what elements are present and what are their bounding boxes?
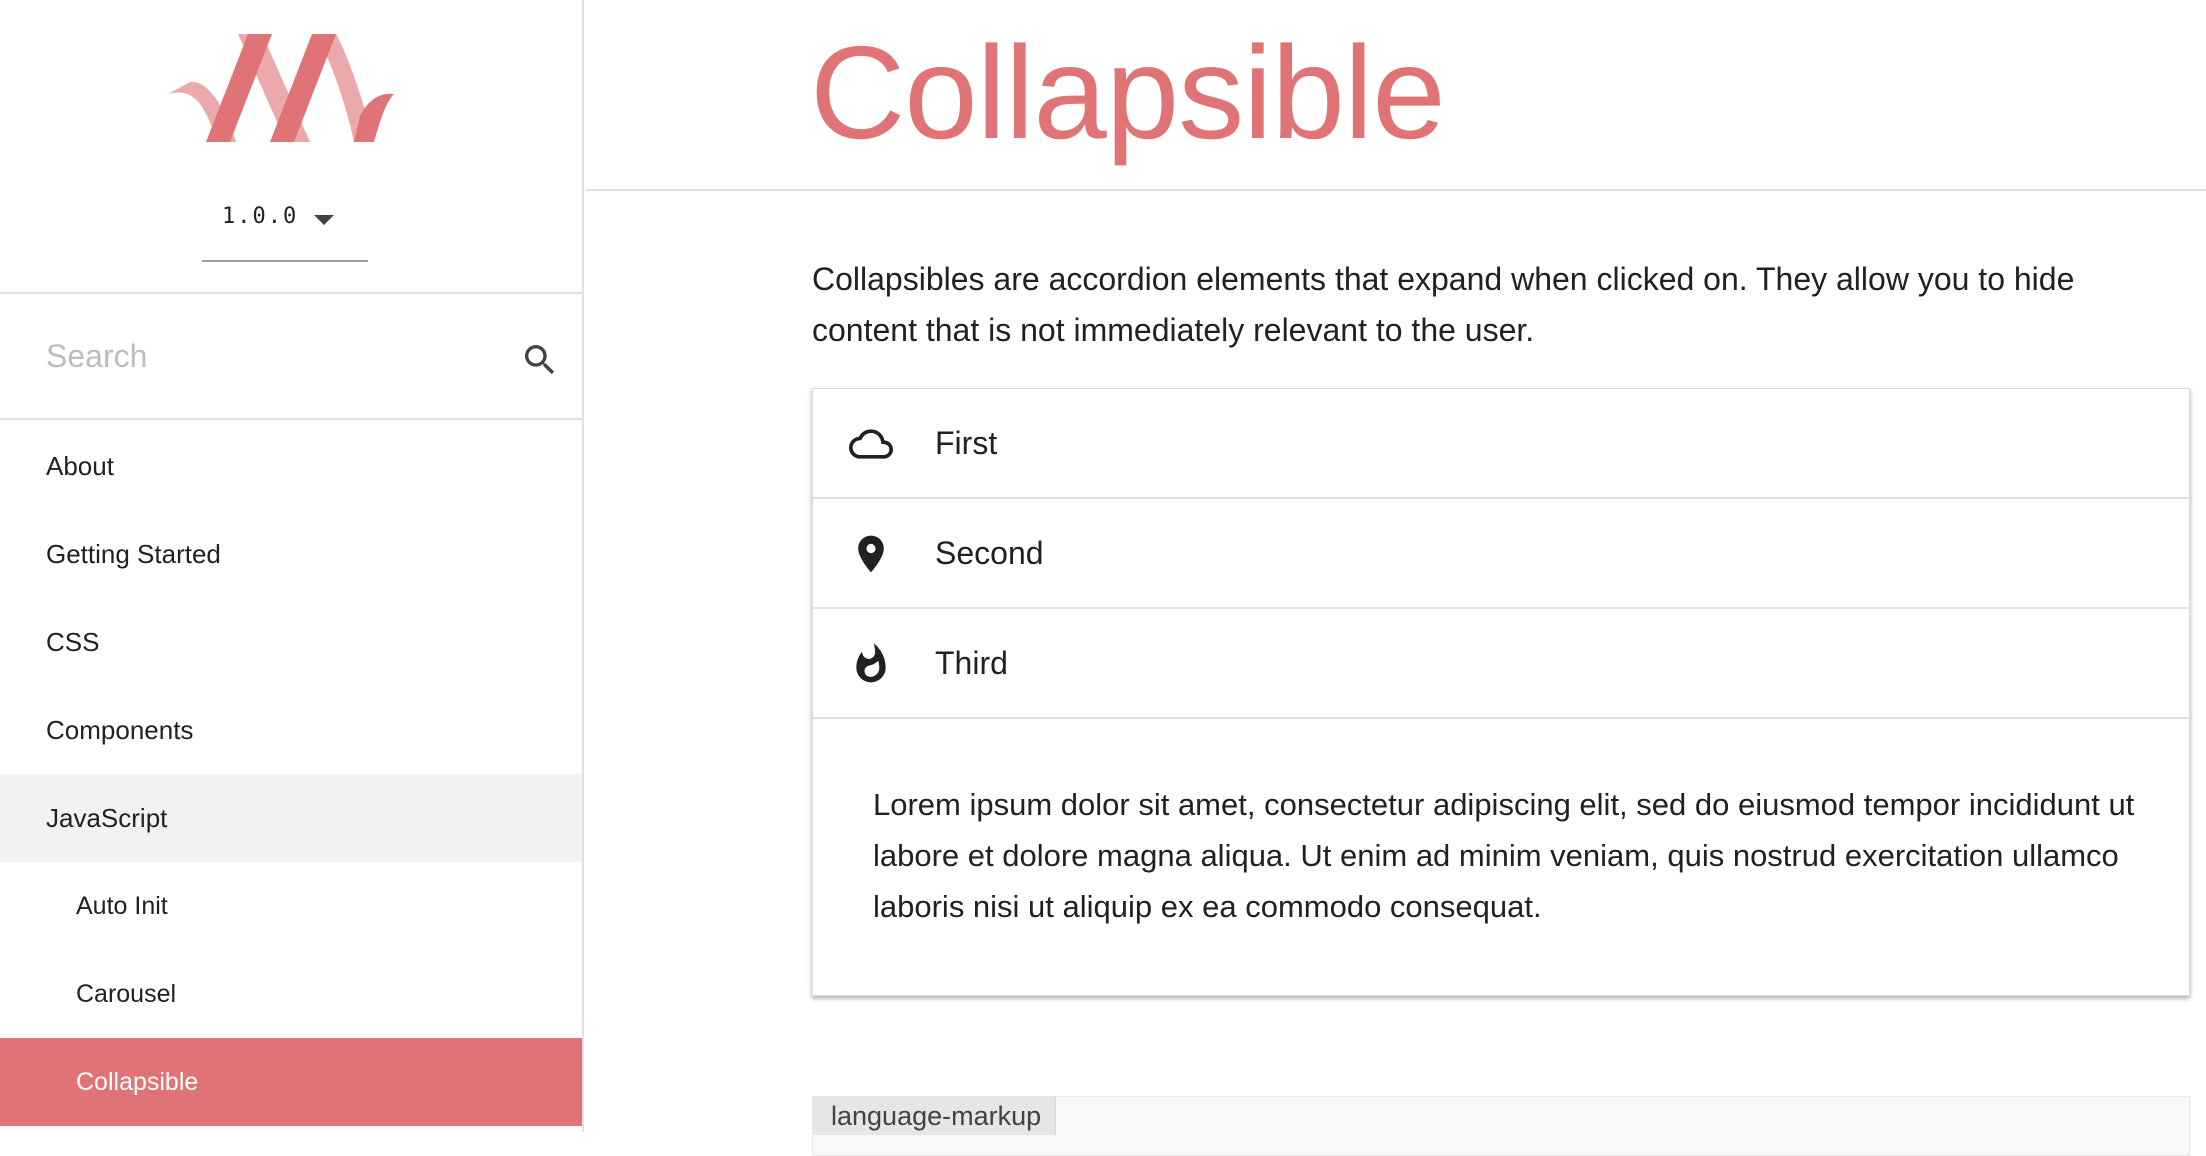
- title-divider: [586, 189, 2206, 191]
- collapsible-header-second[interactable]: Second: [813, 499, 2189, 609]
- collapsible-label-second: Second: [935, 535, 1044, 571]
- search-input[interactable]: [46, 326, 496, 386]
- collapsible-label-third: Third: [935, 645, 1008, 681]
- collapsible-label-first: First: [935, 425, 998, 461]
- collapsible-header-third[interactable]: Third: [813, 609, 2189, 719]
- cloud-icon: [849, 429, 893, 459]
- collapsible-body: Lorem ipsum dolor sit amet, consectetur …: [813, 719, 2189, 993]
- version-dropdown[interactable]: 1.0.0: [202, 190, 368, 262]
- collapsible-accordion: First Second Third Lorem ipsum dolor sit…: [812, 388, 2190, 996]
- sidebar: 1.0.0 About Getting Started CSS Componen…: [0, 0, 584, 1132]
- logo-area: 1.0.0: [0, 0, 584, 294]
- code-block: language-markup: [812, 1096, 2190, 1156]
- place-icon: [858, 535, 884, 573]
- search-box: [0, 296, 584, 420]
- version-value: 1.0.0: [222, 204, 299, 229]
- sidebar-item-carousel[interactable]: Carousel: [0, 950, 582, 1038]
- sidebar-item-javascript[interactable]: JavaScript: [0, 774, 582, 862]
- sidebar-item-css[interactable]: CSS: [0, 598, 582, 686]
- sidebar-item-about[interactable]: About: [0, 422, 582, 510]
- sidebar-nav: About Getting Started CSS Components Jav…: [0, 422, 582, 1126]
- search-icon[interactable]: [520, 340, 560, 380]
- collapsible-header-first[interactable]: First: [813, 389, 2189, 499]
- code-language-label: language-markup: [813, 1097, 1057, 1135]
- sidebar-item-components[interactable]: Components: [0, 686, 582, 774]
- collapsible-body-text: Lorem ipsum dolor sit amet, consectetur …: [873, 787, 2135, 924]
- page-title: Collapsible: [810, 19, 1446, 166]
- caret-down-icon: [314, 215, 334, 225]
- sidebar-item-collapsible[interactable]: Collapsible: [0, 1038, 582, 1126]
- sidebar-item-getting-started[interactable]: Getting Started: [0, 510, 582, 598]
- sidebar-item-auto-init[interactable]: Auto Init: [0, 862, 582, 950]
- intro-text: Collapsibles are accordion elements that…: [812, 261, 2075, 348]
- materialize-logo[interactable]: [168, 30, 394, 154]
- whatshot-icon: [856, 643, 886, 683]
